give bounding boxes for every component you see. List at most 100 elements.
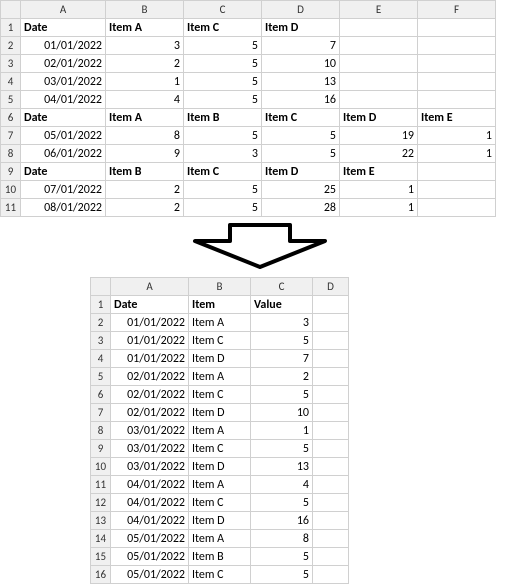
bottom-row-header[interactable]: 11 [91,476,111,494]
bottom-cell[interactable]: Item C [189,440,251,458]
top-row-header[interactable]: 2 [1,37,21,55]
bottom-cell[interactable] [313,386,349,404]
top-cell[interactable] [418,181,496,199]
bottom-spreadsheet[interactable]: ABCD1DateItemValue201/01/2022Item A3301/… [90,277,349,584]
bottom-cell[interactable] [313,332,349,350]
bottom-cell[interactable]: 02/01/2022 [111,404,189,422]
top-cell[interactable] [340,19,418,37]
bottom-cell[interactable] [313,458,349,476]
bottom-corner[interactable] [91,278,111,296]
bottom-cell[interactable]: Item D [189,404,251,422]
top-cell[interactable] [418,55,496,73]
top-cell[interactable]: 1 [418,145,496,163]
bottom-col-header[interactable]: B [189,278,251,296]
bottom-cell[interactable]: 02/01/2022 [111,368,189,386]
top-cell[interactable]: Item E [340,163,418,181]
top-cell[interactable]: 16 [262,91,340,109]
bottom-cell[interactable]: 03/01/2022 [111,458,189,476]
bottom-cell[interactable] [313,512,349,530]
bottom-cell[interactable]: 5 [251,548,313,566]
bottom-cell[interactable]: 04/01/2022 [111,494,189,512]
top-cell[interactable]: Item C [184,163,262,181]
top-cell[interactable]: 2 [106,55,184,73]
top-row-header[interactable]: 3 [1,55,21,73]
bottom-cell[interactable]: 3 [251,314,313,332]
bottom-cell[interactable]: Item A [189,476,251,494]
top-cell[interactable]: 1 [340,181,418,199]
top-cell[interactable]: 22 [340,145,418,163]
bottom-cell[interactable] [313,368,349,386]
top-cell[interactable]: Item E [418,109,496,127]
bottom-cell[interactable]: 02/01/2022 [111,386,189,404]
bottom-cell[interactable]: Item D [189,458,251,476]
top-cell[interactable] [418,19,496,37]
top-row-header[interactable]: 1 [1,19,21,37]
bottom-cell[interactable]: 5 [251,440,313,458]
top-cell[interactable]: 05/01/2022 [21,127,106,145]
bottom-cell[interactable]: 1 [251,422,313,440]
top-cell[interactable] [340,91,418,109]
bottom-cell[interactable]: Date [111,296,189,314]
bottom-cell[interactable]: Value [251,296,313,314]
bottom-cell[interactable]: 5 [251,494,313,512]
bottom-cell[interactable] [313,440,349,458]
top-cell[interactable]: 1 [106,73,184,91]
bottom-row-header[interactable]: 1 [91,296,111,314]
top-cell[interactable]: 03/01/2022 [21,73,106,91]
bottom-cell[interactable]: Item B [189,548,251,566]
top-cell[interactable]: Item B [184,109,262,127]
top-cell[interactable]: 3 [184,145,262,163]
bottom-row-header[interactable]: 6 [91,386,111,404]
bottom-cell[interactable] [313,566,349,584]
top-cell[interactable]: 4 [106,91,184,109]
bottom-cell[interactable]: 8 [251,530,313,548]
bottom-cell[interactable]: 16 [251,512,313,530]
bottom-cell[interactable] [313,548,349,566]
top-cell[interactable]: 5 [184,181,262,199]
top-cell[interactable]: 3 [106,37,184,55]
bottom-cell[interactable] [313,476,349,494]
top-cell[interactable]: 5 [184,199,262,217]
top-cell[interactable]: 25 [262,181,340,199]
top-col-header[interactable]: F [418,1,496,19]
bottom-cell[interactable] [313,314,349,332]
top-cell[interactable] [340,37,418,55]
top-cell[interactable]: 07/01/2022 [21,181,106,199]
top-row-header[interactable]: 5 [1,91,21,109]
bottom-cell[interactable]: 03/01/2022 [111,422,189,440]
bottom-cell[interactable] [313,350,349,368]
top-row-header[interactable]: 7 [1,127,21,145]
bottom-col-header[interactable]: C [251,278,313,296]
top-cell[interactable]: Item C [184,19,262,37]
top-cell[interactable]: 5 [184,55,262,73]
top-cell[interactable] [418,73,496,91]
top-cell[interactable]: 13 [262,73,340,91]
bottom-cell[interactable]: 5 [251,566,313,584]
bottom-cell[interactable]: 4 [251,476,313,494]
top-col-header[interactable]: C [184,1,262,19]
top-spreadsheet[interactable]: ABCDEF1DateItem AItem CItem D201/01/2022… [0,0,496,217]
top-cell[interactable]: Date [21,19,106,37]
bottom-cell[interactable]: Item A [189,314,251,332]
top-row-header[interactable]: 11 [1,199,21,217]
top-cell[interactable]: Date [21,163,106,181]
top-cell[interactable]: 1 [418,127,496,145]
bottom-cell[interactable]: Item C [189,566,251,584]
bottom-cell[interactable]: 04/01/2022 [111,512,189,530]
bottom-row-header[interactable]: 7 [91,404,111,422]
top-cell[interactable]: Item C [262,109,340,127]
top-cell[interactable]: 5 [184,73,262,91]
top-cell[interactable]: 5 [262,127,340,145]
top-cell[interactable]: Date [21,109,106,127]
bottom-row-header[interactable]: 5 [91,368,111,386]
top-cell[interactable]: 5 [262,145,340,163]
bottom-cell[interactable]: 5 [251,386,313,404]
bottom-cell[interactable]: 2 [251,368,313,386]
top-row-header[interactable]: 10 [1,181,21,199]
bottom-cell[interactable]: 5 [251,332,313,350]
top-row-header[interactable]: 6 [1,109,21,127]
bottom-cell[interactable]: Item C [189,386,251,404]
bottom-cell[interactable] [313,296,349,314]
top-col-header[interactable]: D [262,1,340,19]
bottom-row-header[interactable]: 2 [91,314,111,332]
